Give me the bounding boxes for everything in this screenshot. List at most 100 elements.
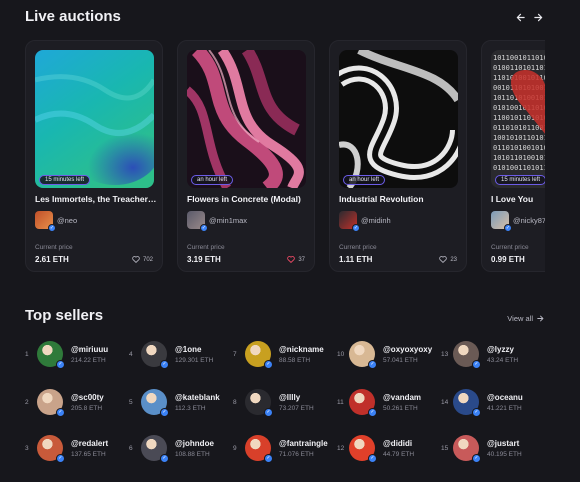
seller-item[interactable]: 13 ✓ @lyzzy 43.24 ETH bbox=[441, 341, 519, 369]
auction-card[interactable]: 15 minutes left Les Immortels, the Treac… bbox=[25, 40, 163, 272]
artwork-image[interactable]: an hour left bbox=[339, 50, 458, 188]
avatar[interactable]: ✓ bbox=[453, 389, 481, 417]
avatar[interactable]: ✓ bbox=[349, 341, 377, 369]
seller-amount: 43.24 ETH bbox=[487, 356, 519, 364]
arrow-right-icon[interactable] bbox=[534, 10, 544, 24]
verified-icon: ✓ bbox=[200, 224, 208, 232]
card-title[interactable]: Flowers in Concrete (Modal) bbox=[187, 194, 311, 204]
verified-icon: ✓ bbox=[368, 360, 377, 369]
auction-card[interactable]: an hour left Flowers in Concrete (Modal)… bbox=[177, 40, 315, 272]
artwork-image[interactable]: 101100101101001 010011010110101 11010100… bbox=[491, 50, 545, 188]
seller-amount: 73.207 ETH bbox=[279, 404, 314, 412]
seller-rank: 14 bbox=[441, 398, 449, 406]
avatar[interactable]: ✓ bbox=[349, 389, 377, 417]
avatar[interactable]: ✓ bbox=[37, 389, 65, 417]
seller-name[interactable]: @oceanu bbox=[487, 393, 523, 402]
card-owner[interactable]: ✓ @nicky87 bbox=[491, 211, 545, 232]
seller-rank: 12 bbox=[337, 444, 345, 452]
seller-rank: 1 bbox=[25, 350, 29, 358]
view-all-link[interactable]: View all bbox=[507, 314, 544, 323]
avatar[interactable]: ✓ bbox=[245, 389, 273, 417]
top-sellers-title: Top sellers bbox=[25, 307, 104, 324]
seller-name[interactable]: @johndoe bbox=[175, 439, 214, 448]
seller-rank: 4 bbox=[129, 350, 133, 358]
seller-name[interactable]: @nickname bbox=[279, 345, 324, 354]
seller-rank: 5 bbox=[129, 398, 133, 406]
seller-item[interactable]: 4 ✓ @1one 129.301 ETH bbox=[129, 341, 213, 369]
seller-name[interactable]: @sc00ty bbox=[71, 393, 104, 402]
artwork-image[interactable]: 15 minutes left bbox=[35, 50, 154, 188]
seller-item[interactable]: 8 ✓ @lllly 73.207 ETH bbox=[233, 389, 314, 417]
avatar[interactable]: ✓ bbox=[37, 435, 65, 463]
seller-item[interactable]: 6 ✓ @johndoe 108.88 ETH bbox=[129, 435, 214, 463]
seller-item[interactable]: 1 ✓ @miriuuu 214.22 ETH bbox=[25, 341, 108, 369]
arrow-left-icon[interactable] bbox=[516, 10, 526, 24]
seller-amount: 57.041 ETH bbox=[383, 356, 418, 364]
avatar[interactable]: ✓ bbox=[349, 435, 377, 463]
svg-text:101011010010100: 101011010010100 bbox=[493, 154, 545, 162]
auction-card[interactable]: an hour left Industrial Revolution ✓ @mi… bbox=[329, 40, 467, 272]
like-button[interactable]: 23 bbox=[439, 256, 457, 263]
avatar[interactable]: ✓ bbox=[141, 341, 169, 369]
card-title[interactable]: Industrial Revolution bbox=[339, 194, 463, 204]
avatar: ✓ bbox=[491, 211, 512, 232]
time-left-badge: an hour left bbox=[191, 175, 234, 185]
seller-name[interactable]: @miriuuu bbox=[71, 345, 108, 354]
seller-item[interactable]: 9 ✓ @fantraingle 71.076 ETH bbox=[233, 435, 328, 463]
seller-name[interactable]: @fantraingle bbox=[279, 439, 328, 448]
seller-item[interactable]: 15 ✓ @justart 40.195 ETH bbox=[441, 435, 522, 463]
svg-text:011010100101011: 011010100101011 bbox=[493, 144, 545, 152]
seller-item[interactable]: 12 ✓ @dididi 44.79 ETH bbox=[337, 435, 414, 463]
seller-name[interactable]: @1one bbox=[175, 345, 213, 354]
verified-icon: ✓ bbox=[56, 408, 65, 417]
seller-item[interactable]: 2 ✓ @sc00ty 205.8 ETH bbox=[25, 389, 104, 417]
seller-amount: 112.3 ETH bbox=[175, 404, 206, 412]
seller-item[interactable]: 14 ✓ @oceanu 41.221 ETH bbox=[441, 389, 523, 417]
card-title[interactable]: I Love You bbox=[491, 194, 545, 204]
seller-name[interactable]: @dididi bbox=[383, 439, 414, 448]
verified-icon: ✓ bbox=[264, 454, 273, 463]
seller-item[interactable]: 5 ✓ @kateblank 112.3 ETH bbox=[129, 389, 220, 417]
price-value: 1.11 ETH bbox=[339, 255, 373, 264]
card-owner[interactable]: ✓ @neo bbox=[35, 211, 77, 232]
seller-name[interactable]: @justart bbox=[487, 439, 522, 448]
seller-name[interactable]: @oxyoxyoxy bbox=[383, 345, 432, 354]
verified-icon: ✓ bbox=[472, 454, 481, 463]
seller-rank: 2 bbox=[25, 398, 29, 406]
like-button[interactable]: 37 bbox=[287, 256, 305, 263]
avatar[interactable]: ✓ bbox=[37, 341, 65, 369]
avatar[interactable]: ✓ bbox=[141, 389, 169, 417]
price-label: Current price bbox=[187, 244, 225, 251]
live-auctions-title: Live auctions bbox=[25, 8, 121, 25]
svg-text:100101011010110: 100101011010110 bbox=[493, 134, 545, 142]
avatar[interactable]: ✓ bbox=[453, 435, 481, 463]
artwork-image[interactable]: an hour left bbox=[187, 50, 306, 188]
card-owner[interactable]: ✓ @midinh bbox=[339, 211, 391, 232]
auction-card[interactable]: 101100101101001 010011010110101 11010100… bbox=[481, 40, 545, 272]
avatar[interactable]: ✓ bbox=[245, 341, 273, 369]
price-label: Current price bbox=[35, 244, 73, 251]
like-button[interactable]: 702 bbox=[132, 256, 153, 263]
seller-item[interactable]: 11 ✓ @vandam 50.261 ETH bbox=[337, 389, 421, 417]
verified-icon: ✓ bbox=[472, 408, 481, 417]
avatar[interactable]: ✓ bbox=[141, 435, 169, 463]
seller-name[interactable]: @kateblank bbox=[175, 393, 220, 402]
seller-rank: 8 bbox=[233, 398, 237, 406]
seller-name[interactable]: @lllly bbox=[279, 393, 314, 402]
seller-item[interactable]: 3 ✓ @redalert 137.65 ETH bbox=[25, 435, 108, 463]
seller-name[interactable]: @lyzzy bbox=[487, 345, 518, 354]
seller-name[interactable]: @redalert bbox=[71, 439, 108, 448]
time-left-badge: 15 minutes left bbox=[495, 175, 545, 185]
seller-amount: 137.65 ETH bbox=[71, 450, 106, 458]
time-left-badge: 15 minutes left bbox=[39, 175, 91, 185]
card-owner[interactable]: ✓ @min1max bbox=[187, 211, 247, 232]
avatar[interactable]: ✓ bbox=[453, 341, 481, 369]
card-title[interactable]: Les Immortels, the Treacherous bbox=[35, 194, 159, 204]
seller-item[interactable]: 10 ✓ @oxyoxyoxy 57.041 ETH bbox=[337, 341, 432, 369]
heart-icon bbox=[439, 256, 448, 263]
seller-name[interactable]: @vandam bbox=[383, 393, 421, 402]
verified-icon: ✓ bbox=[160, 408, 169, 417]
seller-item[interactable]: 7 ✓ @nickname 88.58 ETH bbox=[233, 341, 324, 369]
seller-amount: 71.076 ETH bbox=[279, 450, 314, 458]
avatar[interactable]: ✓ bbox=[245, 435, 273, 463]
